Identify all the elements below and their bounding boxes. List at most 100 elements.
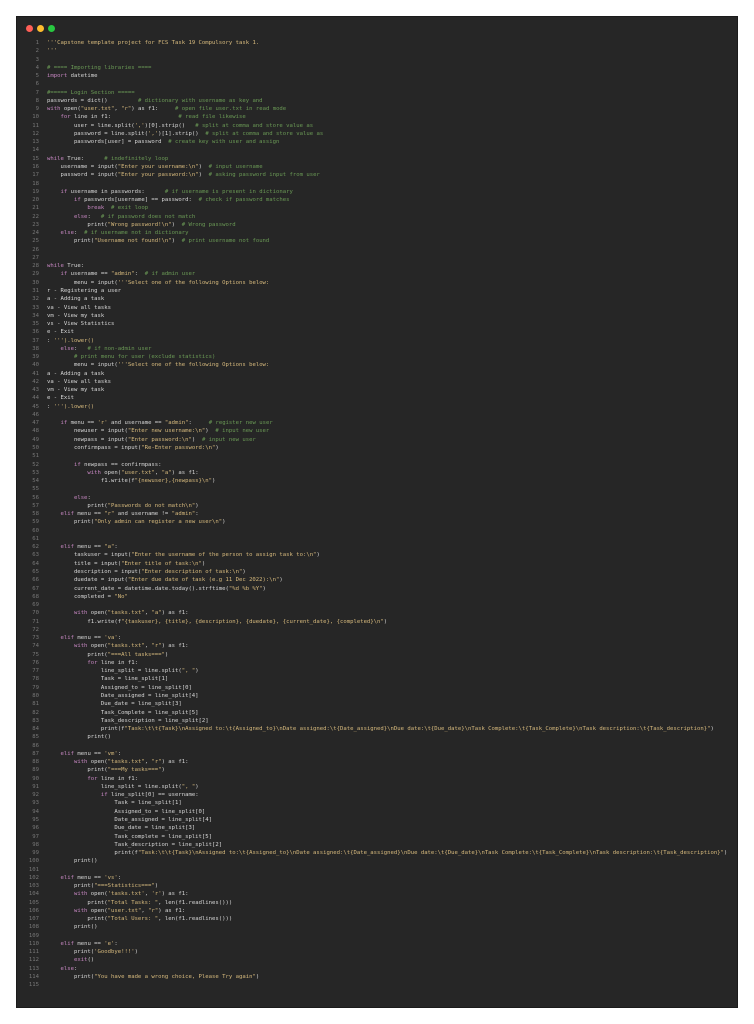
code-line[interactable]: 88 with open("tasks.txt", "r") as f1:: [17, 758, 737, 766]
code-line[interactable]: 60: [17, 527, 737, 535]
code-line[interactable]: 17 password = input("Enter your password…: [17, 171, 737, 179]
code-line[interactable]: 34 vm - View my task: [17, 312, 737, 320]
code-line[interactable]: 91 line_split = line.split(", "): [17, 783, 737, 791]
code-line[interactable]: 113 else:: [17, 965, 737, 973]
code-line[interactable]: 76 for line in f1:: [17, 659, 737, 667]
code-line[interactable]: 110 elif menu == 'e':: [17, 940, 737, 948]
code-line[interactable]: 15 while True: # indefinitely loop: [17, 155, 737, 163]
code-line[interactable]: 12 password = line.split(',')[1].strip()…: [17, 130, 737, 138]
code-line[interactable]: 30 menu = input('''Select one of the fol…: [17, 279, 737, 287]
code-line[interactable]: 85 print(): [17, 733, 737, 741]
code-line[interactable]: 96 Due_date = line_split[3]: [17, 824, 737, 832]
code-line[interactable]: 67 current_date = datetime.date.today().…: [17, 585, 737, 593]
code-line[interactable]: 73 elif menu == 'va':: [17, 634, 737, 642]
code-line[interactable]: 57 print("Passwords do not match\n"): [17, 502, 737, 510]
code-line[interactable]: 27: [17, 254, 737, 262]
code-line[interactable]: 5 import datetime: [17, 72, 737, 80]
code-line[interactable]: 49 newpass = input("Enter password:\n") …: [17, 436, 737, 444]
code-line[interactable]: 71 f1.write(f"{taskuser}, {title}, {desc…: [17, 618, 737, 626]
code-line[interactable]: 55: [17, 485, 737, 493]
code-line[interactable]: 107 print("Total Users: ", len(f1.readli…: [17, 915, 737, 923]
code-line[interactable]: 36 e - Exit: [17, 328, 737, 336]
code-line[interactable]: 33 va - View all tasks: [17, 304, 737, 312]
code-line[interactable]: 6: [17, 80, 737, 88]
code-line[interactable]: 106 with open("user.txt", "r") as f1:: [17, 907, 737, 915]
code-line[interactable]: 41 a - Adding a task: [17, 370, 737, 378]
code-line[interactable]: 92 if line_split[0] == username:: [17, 791, 737, 799]
code-line[interactable]: 74 with open("tasks.txt", "r") as f1:: [17, 642, 737, 650]
code-line[interactable]: 77 line_split = line.split(", "): [17, 667, 737, 675]
code-line[interactable]: 115: [17, 981, 737, 989]
code-line[interactable]: 52 if newpass == confirmpass:: [17, 461, 737, 469]
code-line[interactable]: 46: [17, 411, 737, 419]
code-line[interactable]: 87 elif menu == 'vm':: [17, 750, 737, 758]
maximize-window-icon[interactable]: [48, 25, 55, 32]
code-line[interactable]: 11 user = line.split(',')[0].strip() # s…: [17, 122, 737, 130]
code-line[interactable]: 26: [17, 246, 737, 254]
code-line[interactable]: 54 f1.write(f"{newuser},{newpass}\n"): [17, 477, 737, 485]
code-line[interactable]: 20 if passwords[username] == password: #…: [17, 196, 737, 204]
code-line[interactable]: 45: ''').lower(): [17, 403, 737, 411]
close-window-icon[interactable]: [26, 25, 33, 32]
code-line[interactable]: 70 with open("tasks.txt", "a") as f1:: [17, 609, 737, 617]
code-line[interactable]: 89 print("===My tasks==="): [17, 766, 737, 774]
code-line[interactable]: 75 print("===All tasks==="): [17, 651, 737, 659]
code-line[interactable]: 112 exit(): [17, 956, 737, 964]
code-line[interactable]: 7 #===== Login Section =====: [17, 89, 737, 97]
code-line[interactable]: 102 elif menu == 'vs':: [17, 874, 737, 882]
code-line[interactable]: 53 with open("user.txt", "a") as f1:: [17, 469, 737, 477]
code-line[interactable]: 58 elif menu == "r" and username != "adm…: [17, 510, 737, 518]
code-line[interactable]: 37: ''').lower(): [17, 337, 737, 345]
code-line[interactable]: 9 with open("user.txt", "r") as f1: # ope…: [17, 105, 737, 113]
code-line[interactable]: 108 print(): [17, 923, 737, 931]
code-line[interactable]: 81 Due_date = line_split[3]: [17, 700, 737, 708]
minimize-window-icon[interactable]: [37, 25, 44, 32]
code-line[interactable]: 29 if username == "admin": # if admin us…: [17, 270, 737, 278]
code-line[interactable]: 93 Task = line_split[1]: [17, 799, 737, 807]
code-line[interactable]: 86: [17, 742, 737, 750]
code-line[interactable]: 22 else: # if password does not match: [17, 213, 737, 221]
code-line[interactable]: 68 completed = "No": [17, 593, 737, 601]
code-line[interactable]: 47 if menu == 'r' and username == "admin…: [17, 419, 737, 427]
code-line[interactable]: 8 passwords = dict() # dictionary with us…: [17, 97, 737, 105]
code-line[interactable]: 109: [17, 932, 737, 940]
code-line[interactable]: 35 vs - View Statistics: [17, 320, 737, 328]
code-line[interactable]: 24 else: # if username not in dictionary: [17, 229, 737, 237]
code-line[interactable]: 105 print("Total Tasks: ", len(f1.readli…: [17, 899, 737, 907]
code-line[interactable]: 62 elif menu == "a":: [17, 543, 737, 551]
code-line[interactable]: 42 va - View all tasks: [17, 378, 737, 386]
code-line[interactable]: 18: [17, 180, 737, 188]
code-line[interactable]: 43 vm - View my task: [17, 386, 737, 394]
code-line[interactable]: 39 # print menu for user (exclude statis…: [17, 353, 737, 361]
code-line[interactable]: 14: [17, 146, 737, 154]
code-line[interactable]: 114 print("You have made a wrong choice,…: [17, 973, 737, 981]
code-line[interactable]: 99 print(f"Task:\t\t{Task}\nAssigned to:…: [17, 849, 737, 857]
code-line[interactable]: 103 print("===Statistics==="): [17, 882, 737, 890]
code-line[interactable]: 78 Task = line_split[1]: [17, 675, 737, 683]
code-line[interactable]: 90 for line in f1:: [17, 775, 737, 783]
code-line[interactable]: 56 else:: [17, 494, 737, 502]
code-line[interactable]: 48 newuser = input("Enter new username:\…: [17, 427, 737, 435]
code-line[interactable]: 44 e - Exit: [17, 394, 737, 402]
code-line[interactable]: 65 description = input("Enter descriptio…: [17, 568, 737, 576]
code-line[interactable]: 61: [17, 535, 737, 543]
code-line[interactable]: 13 passwords[user] = password # create k…: [17, 138, 737, 146]
code-editor[interactable]: 1 '''Capstone template project for FCS Ta…: [17, 39, 737, 1007]
code-line[interactable]: 94 Assigned_to = line_split[0]: [17, 808, 737, 816]
code-line[interactable]: 104 with open('tasks.txt', 'r') as f1:: [17, 890, 737, 898]
code-line[interactable]: 101: [17, 866, 737, 874]
code-line[interactable]: 84 print(f"Task:\t\t{Task}\nAssigned to:…: [17, 725, 737, 733]
code-line[interactable]: 3: [17, 56, 737, 64]
code-line[interactable]: 98 Task_description = line_split[2]: [17, 841, 737, 849]
code-line[interactable]: 83 Task_description = line_split[2]: [17, 717, 737, 725]
code-line[interactable]: 4 # ==== Importing libraries ====: [17, 64, 737, 72]
code-line[interactable]: 82 Task_Complete = line_split[5]: [17, 709, 737, 717]
code-line[interactable]: 16 username = input("Enter your username…: [17, 163, 737, 171]
code-line[interactable]: 10 for line in f1: # read file likewise: [17, 113, 737, 121]
code-line[interactable]: 1 '''Capstone template project for FCS Ta…: [17, 39, 737, 47]
code-line[interactable]: 28 while True:: [17, 262, 737, 270]
code-line[interactable]: 21 break # exit loop: [17, 204, 737, 212]
code-line[interactable]: 38 else: # if non-admin user: [17, 345, 737, 353]
code-line[interactable]: 69: [17, 601, 737, 609]
code-line[interactable]: 63 taskuser = input("Enter the username …: [17, 551, 737, 559]
